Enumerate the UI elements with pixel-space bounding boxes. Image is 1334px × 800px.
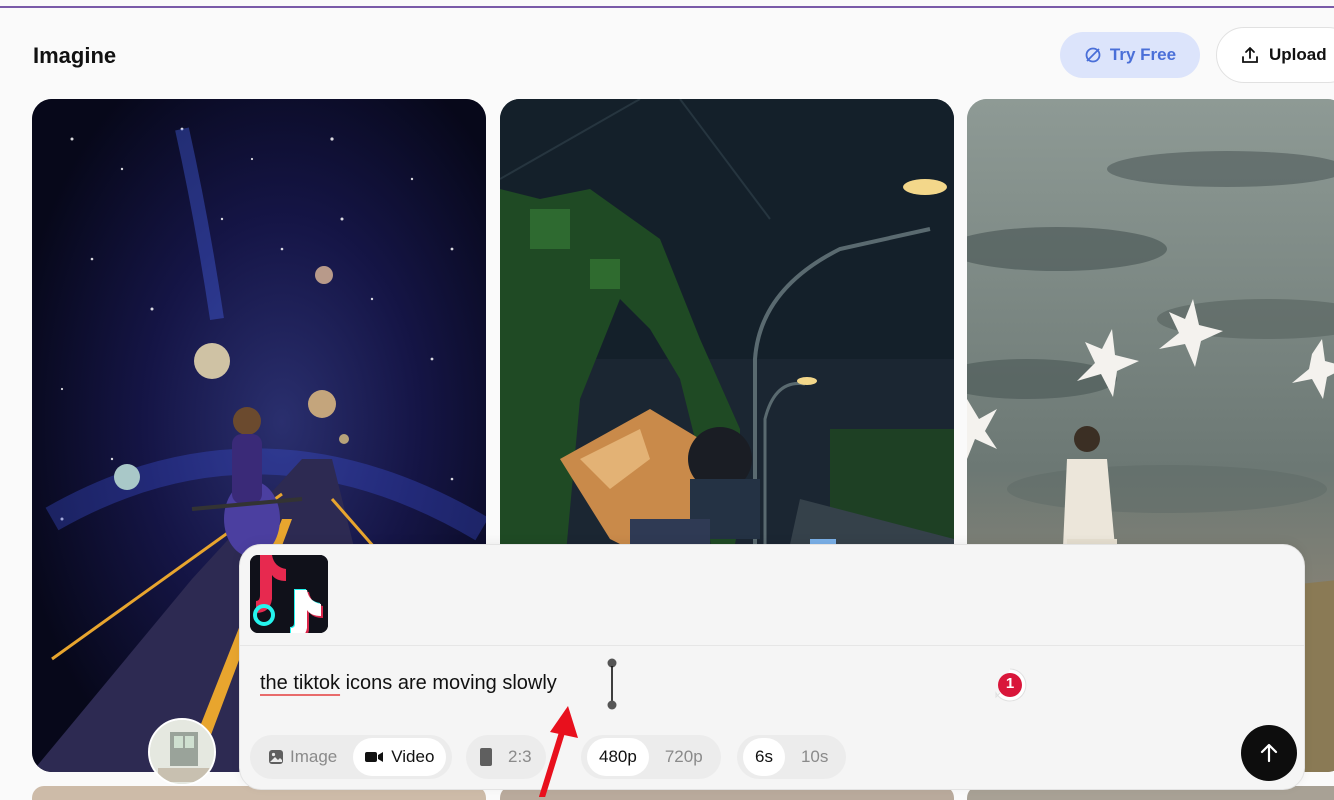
try-free-button[interactable]: Try Free <box>1060 32 1200 78</box>
spellcheck-badge[interactable]: 1 <box>992 667 1028 703</box>
prompt-input[interactable]: the tiktok icons are moving slowly <box>260 672 557 695</box>
prompt-misspelled-word: the tiktok <box>260 672 341 694</box>
send-button[interactable] <box>1241 725 1297 781</box>
resolution-toggle: 480p 720p <box>581 735 721 779</box>
video-mode-button[interactable]: Video <box>353 738 447 776</box>
leaf-icon <box>1085 47 1101 63</box>
spellcheck-badge-count: 1 <box>1005 675 1015 692</box>
prompt-text: icons are moving slowly <box>340 672 557 694</box>
top-accent-line <box>0 6 1334 8</box>
avatar[interactable] <box>148 718 216 786</box>
text-cursor-icon <box>607 658 617 710</box>
upload-icon <box>1242 47 1258 63</box>
portrait-rect-icon <box>480 748 492 766</box>
try-free-label: Try Free <box>1109 45 1177 64</box>
composer-divider <box>240 645 1304 646</box>
aspect-ratio-label: 2:3 <box>508 747 532 766</box>
image-mode-label: Image <box>290 747 338 766</box>
mode-toggle: Image Video <box>250 735 453 779</box>
image-mode-button[interactable]: Image <box>256 738 349 776</box>
duration-toggle: 6s 10s <box>737 735 847 779</box>
resolution-720p-button[interactable]: 720p <box>653 738 715 776</box>
attached-image-thumbnail[interactable] <box>250 555 328 633</box>
resolution-720p-label: 720p <box>664 747 703 766</box>
prompt-composer: the tiktok icons are moving slowly 1 Ima… <box>239 544 1305 790</box>
upload-button[interactable]: Upload <box>1216 27 1334 83</box>
tiktok-logo-image <box>250 555 328 633</box>
duration-10s-button[interactable]: 10s <box>789 738 840 776</box>
video-camera-icon <box>365 752 384 762</box>
duration-6s-label: 6s <box>755 747 773 766</box>
aspect-ratio-button[interactable]: 2:3 <box>466 735 546 779</box>
page-title: Imagine <box>33 43 117 68</box>
upload-label: Upload <box>1269 45 1327 64</box>
avatar-image <box>150 720 214 784</box>
image-icon <box>269 750 283 764</box>
resolution-480p-button[interactable]: 480p <box>587 738 649 776</box>
duration-10s-label: 10s <box>800 747 829 766</box>
duration-6s-button[interactable]: 6s <box>743 738 785 776</box>
arrow-up-icon <box>1260 743 1278 763</box>
video-mode-label: Video <box>391 747 435 766</box>
resolution-480p-label: 480p <box>599 747 637 766</box>
